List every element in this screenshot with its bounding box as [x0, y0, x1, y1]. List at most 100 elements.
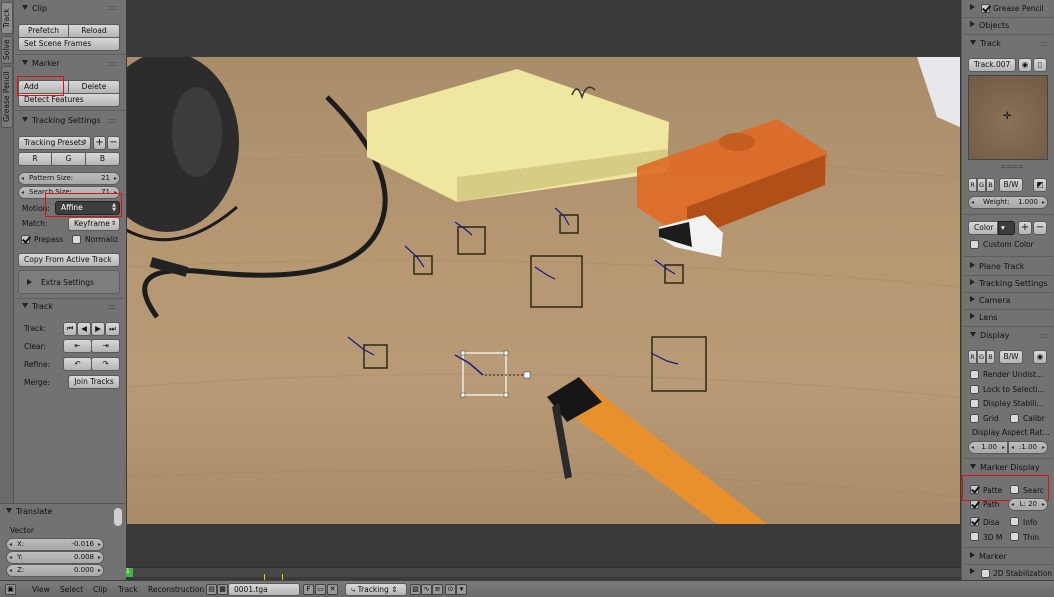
display-bw-toggle[interactable]: B/W	[999, 350, 1023, 364]
join-tracks-button[interactable]: Join Tracks	[68, 375, 120, 389]
clear-before-button[interactable]: ⇤	[63, 339, 92, 353]
tab-solve[interactable]: Solve	[1, 36, 13, 64]
open-clip-icon[interactable]: ▭	[315, 584, 326, 595]
clip-browse-icon[interactable]: ▤	[206, 584, 217, 595]
translate-x-field[interactable]: X: -0.016	[6, 538, 104, 551]
display-channel-b-toggle[interactable]: B	[986, 350, 995, 364]
aspect-y-field[interactable]: :1.00	[1008, 441, 1048, 454]
fake-user-button[interactable]: F	[303, 584, 314, 595]
stabilization-2d-header[interactable]	[970, 567, 979, 579]
tab-track[interactable]: Track	[1, 2, 13, 34]
clip-name-field[interactable]: 0001.tga	[228, 583, 300, 596]
bw-toggle[interactable]: B/W	[999, 178, 1023, 192]
drag-handle-icon[interactable]: ::::	[1040, 40, 1048, 48]
display-channel-g-toggle[interactable]: G	[977, 350, 986, 364]
track-header[interactable]: Track	[970, 38, 1001, 50]
channel-g-toggle[interactable]: G	[977, 178, 986, 192]
track-preview-widget[interactable]: ✛	[968, 75, 1048, 160]
clip-editor-viewport[interactable]	[126, 0, 961, 567]
render-undistorted-checkbox[interactable]	[970, 370, 979, 379]
display-header[interactable]: Display	[970, 330, 1010, 342]
movie-clip-frame[interactable]	[127, 57, 960, 524]
refine-forwards-button[interactable]: ↷	[91, 357, 120, 371]
menu-select[interactable]: Select	[60, 585, 83, 595]
stabilization-2d-checkbox[interactable]	[981, 569, 990, 578]
track-backwards-sequence-button[interactable]: ⏮	[63, 322, 77, 336]
editor-type-icon[interactable]: ▣	[5, 584, 16, 595]
channel-g-toggle[interactable]: G	[51, 152, 86, 166]
close-icon[interactable]: ✕	[327, 584, 338, 595]
grease-pencil-header[interactable]	[970, 3, 979, 15]
drag-handle-icon[interactable]: ::::	[108, 60, 116, 68]
track-name-field[interactable]: Track.007	[968, 58, 1016, 72]
delete-marker-button[interactable]: Delete	[68, 80, 120, 94]
pivot-point-icon[interactable]: ⊙	[445, 584, 456, 595]
disabled-checkbox[interactable]	[970, 517, 979, 526]
grease-pencil-checkbox[interactable]	[981, 4, 990, 13]
marker-header[interactable]: Marker	[970, 551, 1007, 563]
menu-view[interactable]: View	[32, 585, 50, 595]
marker-panel-header[interactable]: Marker	[22, 58, 60, 70]
track-backwards-frame-button[interactable]: ◀	[77, 322, 91, 336]
color-preset-menu[interactable]: Color	[968, 221, 998, 235]
prepass-checkbox[interactable]	[21, 235, 30, 244]
menu-track[interactable]: Track	[118, 585, 138, 595]
pivot-dropdown-icon[interactable]: ▾	[456, 584, 467, 595]
match-dropdown[interactable]: Keyframe ⇕	[68, 217, 120, 231]
custom-color-checkbox[interactable]	[970, 240, 979, 249]
refine-backwards-button[interactable]: ↶	[63, 357, 92, 371]
tracking-settings-header[interactable]: Tracking Settings	[970, 278, 1048, 290]
channel-r-toggle[interactable]: R	[18, 152, 52, 166]
graph-view-icon[interactable]: ∿	[421, 584, 432, 595]
remove-preset-button[interactable]: −	[107, 136, 120, 150]
channel-r-toggle[interactable]: R	[968, 178, 977, 192]
add-preset-button[interactable]: +	[93, 136, 106, 150]
marker-display-header[interactable]: Marker Display	[970, 462, 1040, 474]
clip-panel-header[interactable]: Clip	[22, 3, 47, 15]
display-channel-r-toggle[interactable]: R	[968, 350, 977, 364]
pattern-size-field[interactable]: Pattern Size: 21	[18, 172, 120, 185]
tracking-settings-header[interactable]: Tracking Settings	[22, 115, 101, 127]
drag-handle-icon[interactable]: ::::	[1040, 332, 1048, 340]
reload-button[interactable]: Reload	[68, 24, 120, 38]
color-preset-dropdown[interactable]: ▾	[998, 221, 1015, 235]
translate-z-field[interactable]: Z: 0.000	[6, 564, 104, 577]
lock-to-selection-checkbox[interactable]	[970, 385, 979, 394]
calibration-checkbox[interactable]	[1010, 414, 1019, 423]
plane-track-header[interactable]: Plane Track	[970, 261, 1024, 273]
mute-footage-icon[interactable]: ◉	[1033, 350, 1047, 364]
clip-view-icon[interactable]: ▧	[410, 584, 421, 595]
dopesheet-view-icon[interactable]: ≡	[432, 584, 443, 595]
path-checkbox[interactable]	[970, 500, 979, 509]
path-length-field[interactable]: L: 20	[1008, 498, 1048, 511]
lens-header[interactable]: Lens	[970, 312, 997, 324]
info-checkbox[interactable]	[1010, 517, 1019, 526]
drag-handle-icon[interactable]: ::::	[108, 303, 116, 311]
drag-handle-icon[interactable]: ::::	[108, 4, 116, 12]
channel-b-toggle[interactable]: B	[986, 178, 995, 192]
remove-color-preset-button[interactable]: −	[1033, 221, 1047, 235]
tab-grease-pencil[interactable]: Grease Pencil	[1, 66, 13, 128]
thin-checkbox[interactable]	[1010, 532, 1019, 541]
channel-b-toggle[interactable]: B	[85, 152, 120, 166]
scrollbar[interactable]	[114, 508, 122, 526]
objects-header[interactable]: Objects	[970, 20, 1009, 32]
drag-handle-icon[interactable]: ::::	[108, 117, 116, 125]
menu-clip[interactable]: Clip	[93, 585, 107, 595]
clear-after-button[interactable]: ⇥	[91, 339, 120, 353]
3d-markers-checkbox[interactable]	[970, 532, 979, 541]
prefetch-button[interactable]: Prefetch	[18, 24, 69, 38]
grid-checkbox[interactable]	[970, 414, 979, 423]
contrast-icon[interactable]: ◩	[1033, 178, 1047, 192]
add-color-preset-button[interactable]: +	[1018, 221, 1032, 235]
translate-y-field[interactable]: Y: 0.008	[6, 551, 104, 564]
lock-icon[interactable]: ▯	[1033, 58, 1047, 72]
track-panel-header[interactable]: Track	[22, 301, 53, 313]
mode-dropdown[interactable]: ⤷ Tracking ⇕	[345, 583, 407, 596]
set-scene-frames-button[interactable]: Set Scene Frames	[18, 37, 120, 51]
weight-field[interactable]: Weight: 1.000	[968, 196, 1048, 209]
track-forward-frame-button[interactable]: ▶	[91, 322, 105, 336]
menu-reconstruction[interactable]: Reconstruction	[148, 585, 204, 595]
aspect-x-field[interactable]: 1.00	[968, 441, 1008, 454]
resize-handle-icon[interactable]: ====	[1000, 163, 1024, 171]
